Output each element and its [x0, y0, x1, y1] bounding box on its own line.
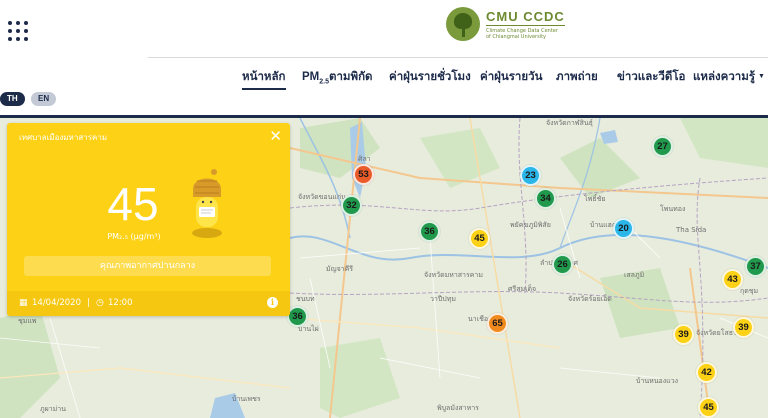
clock-icon: ◷	[96, 298, 104, 308]
pm25-unit: PM₂.₅ (µg/m³)	[107, 232, 161, 241]
main-nav: หน้าหลัก PM2.5ตามพิกัด ค่าฝุ่นรายชั่วโมง…	[0, 68, 768, 90]
station-marker[interactable]: 65	[487, 313, 508, 334]
map-label: ชนบท	[296, 295, 315, 303]
station-marker[interactable]: 32	[341, 195, 362, 216]
station-marker[interactable]: 36	[419, 221, 440, 242]
station-marker[interactable]: 43	[722, 269, 743, 290]
reading-date: 14/04/2020	[32, 298, 81, 308]
station-marker[interactable]: 37	[745, 256, 766, 277]
station-marker[interactable]: 45	[698, 397, 719, 418]
mascot-icon	[192, 169, 222, 238]
map-label: Tha Sida	[676, 226, 707, 234]
calendar-icon: ▦	[19, 298, 28, 308]
map-label: มัญจาคีรี	[326, 265, 354, 273]
nav-news-video[interactable]: ข่าวและวีดีโอ	[617, 68, 685, 86]
map-label: บ้านเพชร	[232, 395, 261, 403]
map-label: เสลภูมิ	[624, 271, 645, 279]
nav-divider	[148, 57, 768, 58]
map-label: ศรีสมเด็จ	[508, 285, 537, 293]
info-icon[interactable]: i	[267, 297, 278, 308]
nav-pm25-suffix: ตามพิกัด	[328, 71, 373, 83]
station-marker[interactable]: 23	[520, 165, 541, 186]
nav-photos[interactable]: ภาพถ่าย	[556, 68, 598, 86]
site-logo[interactable]: CMU CCDC Climate Change Data Center of C…	[446, 7, 565, 41]
logo-subtitle-2: of Chiangmai University	[486, 33, 546, 40]
map-label: กุดชุม	[740, 287, 759, 295]
map-label: พิบูลมังสาหาร	[437, 404, 479, 412]
close-icon[interactable]: ✕	[269, 127, 282, 145]
nav-hourly[interactable]: ค่าฝุ่นรายชั่วโมง	[389, 68, 471, 86]
reading-time: 12:00	[108, 298, 133, 308]
apps-grid-icon[interactable]	[8, 21, 30, 43]
station-marker[interactable]: 20	[613, 218, 634, 239]
map-label: ภูผาม่าน	[40, 405, 66, 413]
tree-logo-icon	[446, 7, 480, 41]
map-label: จังหวัดกาฬสินธุ์	[546, 119, 593, 127]
header: CMU CCDC Climate Change Data Center of C…	[0, 0, 768, 118]
nav-knowledge-label: แหล่งความรู้	[693, 71, 756, 83]
date-time-separator: |	[87, 298, 90, 308]
card-footer: ▦ 14/04/2020 | ◷ 12:00 i	[7, 291, 290, 316]
station-marker[interactable]: 39	[733, 317, 754, 338]
nav-pm25-prefix: PM	[302, 71, 320, 83]
lang-en-button[interactable]: EN	[31, 92, 57, 106]
station-name: เทศบาลเมืองมหาสารคาม	[19, 133, 108, 142]
caret-down-icon: ▼	[758, 73, 765, 80]
map-label: โพธิ์ชัย	[584, 195, 606, 203]
station-marker[interactable]: 36	[287, 306, 308, 327]
map-label: วาปีปทุม	[430, 295, 456, 303]
station-marker[interactable]: 39	[673, 324, 694, 345]
header-rule	[0, 115, 768, 118]
station-info-card: เทศบาลเมืองมหาสารคาม ✕ 45 PM₂.₅ (µg/m³) …	[7, 123, 290, 316]
map-label: จังหวัดขอนแก่น	[298, 193, 346, 201]
lang-th-button[interactable]: TH	[0, 92, 25, 106]
map-label: บ้านหนองแวง	[636, 377, 679, 385]
logo-title: CMU CCDC	[486, 8, 565, 26]
air-quality-status: คุณภาพอากาศปานกลาง	[24, 256, 271, 276]
map-label: จังหวัดร้อยเอ็ด	[568, 295, 612, 303]
nav-daily[interactable]: ค่าฝุ่นรายวัน	[480, 68, 542, 86]
station-marker[interactable]: 34	[535, 188, 556, 209]
station-marker[interactable]: 42	[696, 362, 717, 383]
map-label: จังหวัดยโสธร	[696, 329, 737, 337]
nav-pm25-location[interactable]: PM2.5ตามพิกัด	[302, 68, 373, 86]
nav-knowledge-dropdown[interactable]: แหล่งความรู้ ▼	[693, 68, 765, 86]
pm25-value: 45	[107, 178, 159, 230]
nav-home[interactable]: หน้าหลัก	[242, 68, 286, 90]
station-marker[interactable]: 27	[652, 136, 673, 157]
logo-subtitle-1: Climate Change Data Center	[486, 27, 558, 34]
map-label: ชุมแพ	[18, 317, 37, 325]
map-label: พยัคฆภูมิพิสัย	[510, 221, 551, 229]
map-label: จังหวัดมหาสารคาม	[424, 271, 483, 279]
station-marker[interactable]: 26	[552, 254, 573, 275]
logo-text: CMU CCDC Climate Change Data Center of C…	[486, 9, 565, 40]
page: CMU CCDC Climate Change Data Center of C…	[0, 0, 768, 418]
station-marker[interactable]: 45	[469, 228, 490, 249]
station-marker[interactable]: 53	[353, 164, 374, 185]
nav-pm25-subscript: 2.5	[319, 78, 329, 86]
map-label: โพนทอง	[660, 205, 686, 213]
